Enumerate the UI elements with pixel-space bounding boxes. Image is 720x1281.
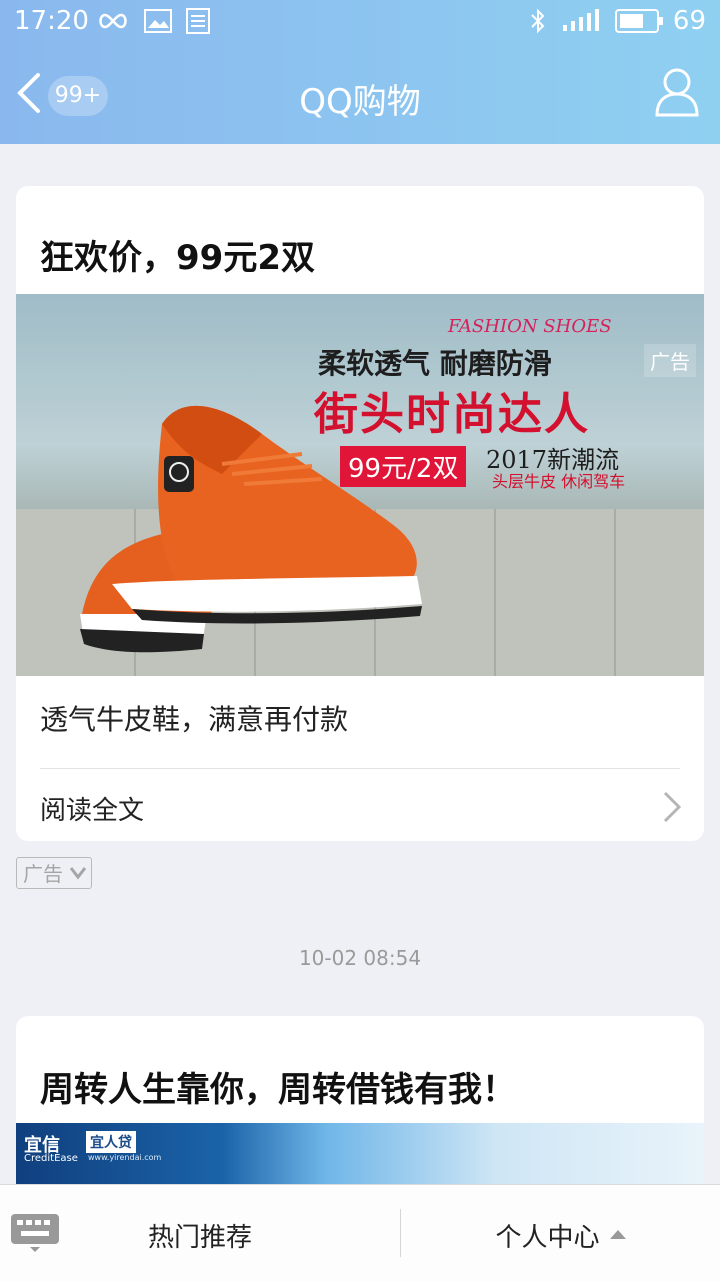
- battery-percent: 69: [672, 6, 706, 36]
- tab-personal-center-label: 个人中心: [495, 1223, 600, 1253]
- battery-icon: [614, 9, 663, 33]
- status-bar: 17:20 69: [0, 0, 720, 44]
- chevron-right-icon[interactable]: [662, 790, 682, 824]
- status-left-icons: [96, 8, 210, 34]
- status-right: 69: [529, 6, 706, 36]
- brand-logo-2: 宜人贷: [86, 1131, 136, 1153]
- header: 17:20 69 99+ QQ购物: [0, 0, 720, 144]
- ad-tag-label: 广告: [23, 862, 63, 886]
- bluetooth-icon: [531, 8, 545, 34]
- tab-hot-recommend[interactable]: 热门推荐: [0, 1217, 400, 1254]
- banner-tagline: 柔软透气 耐磨防滑: [318, 347, 552, 380]
- divider: [40, 768, 680, 769]
- banner-subtext: 头层牛皮 休闲驾车: [492, 472, 626, 491]
- status-time: 17:20: [14, 6, 89, 36]
- gallery-icon: [144, 9, 172, 33]
- signal-icon: [562, 9, 599, 31]
- timestamp: 10-02 08:54: [298, 946, 422, 970]
- brand-url: www.yirendai.com: [88, 1153, 162, 1162]
- banner-headline: 街头时尚达人: [314, 389, 590, 440]
- profile-icon[interactable]: [654, 66, 700, 118]
- card-title: 周转人生靠你，周转借钱有我！: [40, 1070, 516, 1110]
- bottom-bar: 热门推荐 个人中心: [0, 1184, 720, 1281]
- page-title: QQ购物: [299, 82, 421, 122]
- banner-price: 99元/2双: [340, 446, 467, 487]
- brand-logo-sub: CreditEase: [24, 1153, 78, 1164]
- article-card[interactable]: 狂欢价，99元2双 FASHION SHOES 柔软透气 耐磨防滑 街头时尚达人…: [16, 186, 704, 841]
- card-description: 透气牛皮鞋，满意再付款: [40, 703, 349, 736]
- storage-icon: [186, 8, 210, 34]
- read-more-link[interactable]: 阅读全文: [40, 790, 144, 827]
- caret-up-icon: [609, 1230, 626, 1239]
- nav-bar: 99+ QQ购物: [0, 44, 720, 144]
- battery-level: [619, 14, 643, 28]
- infinity-icon: [99, 13, 127, 29]
- card-title: 狂欢价，99元2双: [40, 238, 315, 278]
- tab-personal-center[interactable]: 个人中心: [401, 1217, 720, 1254]
- chevron-down-icon: [69, 867, 87, 880]
- banner-fashion-text: FASHION SHOES: [448, 316, 612, 337]
- ad-banner[interactable]: FASHION SHOES 柔软透气 耐磨防滑 街头时尚达人 99元/2双 20…: [16, 294, 704, 676]
- banner-ad-label: 广告: [644, 344, 696, 377]
- ad-tag-dropdown[interactable]: 广告: [16, 857, 92, 889]
